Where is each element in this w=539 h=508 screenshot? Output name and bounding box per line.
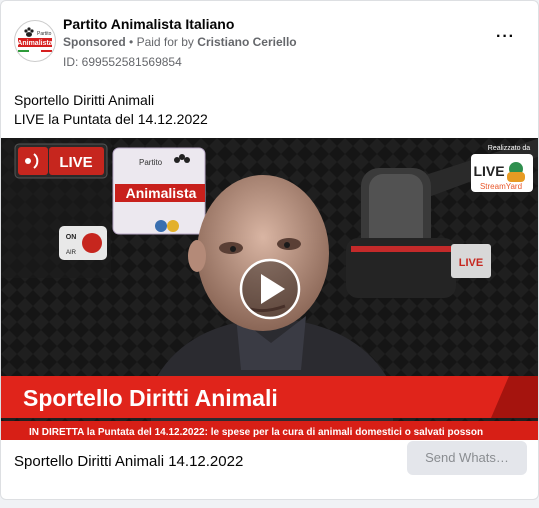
video-frame: LIVE ON AIR Partito Animalista Realizzat… bbox=[1, 138, 538, 440]
lower-third-banner: Sportello Diritti Animali bbox=[1, 376, 538, 418]
streamyard-live-text: LIVE bbox=[473, 163, 504, 179]
send-whatsapp-button[interactable]: Send Whats… bbox=[407, 441, 527, 475]
sponsored-line: Sponsored • Paid for by Cristiano Ceriel… bbox=[63, 35, 297, 49]
paid-for-prefix: Paid for by bbox=[136, 35, 194, 49]
ad-caption: Sportello Diritti Animali LIVE la Puntat… bbox=[14, 91, 208, 129]
ad-id: ID: 699552581569854 bbox=[63, 55, 182, 69]
separator: • bbox=[129, 35, 134, 49]
play-button[interactable] bbox=[239, 258, 301, 320]
right-live-text: LIVE bbox=[459, 257, 483, 269]
svg-text:Animalista: Animalista bbox=[17, 40, 53, 47]
animalista-poster: Partito Animalista bbox=[112, 147, 206, 235]
partito-animalista-logo: Partito Animalista bbox=[16, 22, 54, 60]
on-air-sign: ON AIR bbox=[59, 226, 107, 260]
banner-title-text: Sportello Diritti Animali bbox=[23, 385, 278, 411]
more-options-button[interactable]: ··· bbox=[496, 28, 515, 46]
video-player[interactable]: LIVE ON AIR Partito Animalista Realizzat… bbox=[1, 138, 538, 440]
sponsored-label: Sponsored bbox=[63, 35, 126, 49]
live-sign-right: LIVE bbox=[451, 244, 491, 278]
realizzato-text: Realizzato da bbox=[488, 145, 531, 152]
ad-card: Partito Animalista Partito Animalista It… bbox=[0, 0, 539, 500]
paid-for-name[interactable]: Cristiano Ceriello bbox=[197, 35, 296, 49]
ad-header: Partito Animalista Partito Animalista It… bbox=[14, 14, 525, 70]
on-air-on-text: ON bbox=[66, 234, 77, 241]
caption-line-2: LIVE la Puntata del 14.12.2022 bbox=[14, 111, 208, 127]
svg-text:Partito: Partito bbox=[37, 31, 52, 37]
live-badge-text: LIVE bbox=[59, 154, 92, 171]
poster-main-text: Animalista bbox=[126, 185, 197, 201]
page-name[interactable]: Partito Animalista Italiano bbox=[63, 16, 234, 32]
page-avatar[interactable]: Partito Animalista bbox=[14, 20, 56, 62]
live-sign-left: LIVE bbox=[14, 143, 108, 179]
caption-line-1: Sportello Diritti Animali bbox=[14, 92, 155, 108]
poster-top-text: Partito bbox=[139, 158, 163, 167]
news-ticker: IN DIRETTA la Puntata del 14.12.2022: le… bbox=[1, 421, 538, 440]
on-air-air-text: AIR bbox=[66, 250, 77, 256]
ticker-text: IN DIRETTA la Puntata del 14.12.2022: le… bbox=[29, 427, 483, 438]
video-link-title[interactable]: Sportello Diritti Animali 14.12.2022 bbox=[14, 453, 243, 470]
streamyard-name-text: StreamYard bbox=[480, 182, 522, 191]
